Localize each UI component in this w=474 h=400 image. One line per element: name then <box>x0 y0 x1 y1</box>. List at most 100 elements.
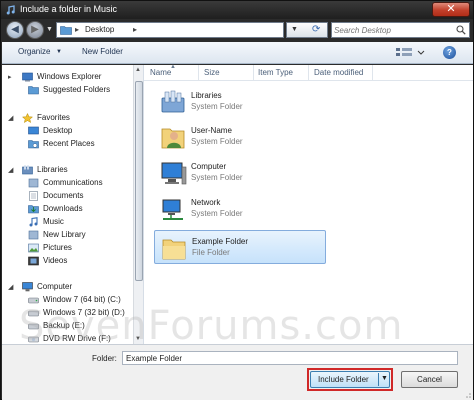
documents-icon <box>29 191 38 201</box>
nav-label: Communications <box>43 178 103 187</box>
address-controls: ▼ ⟳ <box>286 22 328 38</box>
title-bar[interactable]: Include a folder in Music ✕ <box>1 1 473 19</box>
nav-label: Music <box>43 217 64 226</box>
nav-label: Pictures <box>43 243 72 252</box>
file-name: Network <box>191 198 221 207</box>
new-folder-button[interactable]: New Folder <box>82 47 123 56</box>
file-name: Libraries <box>191 91 222 100</box>
nav-label: Windows Explorer <box>37 72 102 81</box>
include-dropdown-icon[interactable]: ▼ <box>381 375 388 382</box>
file-type: System Folder <box>191 102 243 111</box>
command-bar: Organize ▼ New Folder ? <box>2 42 473 64</box>
column-header-row: Name ▲ Size Item Type Date modified <box>144 64 473 81</box>
search-input[interactable] <box>334 24 452 36</box>
user-folder-icon <box>161 128 185 149</box>
window-title: Include a folder in Music <box>20 4 118 14</box>
recent-pages-dropdown-icon[interactable]: ▼ <box>46 26 54 34</box>
column-header-item-type[interactable]: Item Type <box>258 68 293 77</box>
forward-arrow-icon: ▶ <box>31 24 39 35</box>
expand-caret-icon[interactable]: ◢ <box>8 283 13 291</box>
column-header-date-modified[interactable]: Date modified <box>314 68 363 77</box>
network-icon <box>162 199 183 220</box>
close-icon: ✕ <box>446 3 456 15</box>
split-divider <box>378 373 379 386</box>
computer-icon <box>161 162 187 185</box>
organize-dropdown-icon[interactable]: ▼ <box>56 49 62 55</box>
resize-grip-icon[interactable] <box>463 390 471 398</box>
music-icon <box>29 217 38 227</box>
scrollbar-thumb[interactable] <box>135 81 143 281</box>
breadcrumb-separator-icon[interactable]: ▸ <box>75 25 79 34</box>
file-item-user-name[interactable]: User-Name System Folder <box>154 120 326 154</box>
column-divider[interactable] <box>372 65 373 81</box>
file-name: Computer <box>191 162 227 171</box>
nav-label: Libraries <box>37 165 68 174</box>
nav-label: Suggested Folders <box>43 85 111 94</box>
file-item-libraries[interactable]: Libraries System Folder <box>154 85 326 119</box>
nav-label: Recent Places <box>43 139 95 148</box>
breadcrumb-desktop[interactable]: Desktop <box>85 25 114 34</box>
file-type: System Folder <box>191 209 243 218</box>
help-button[interactable]: ? <box>443 46 456 59</box>
folder-label: Folder: <box>92 354 117 363</box>
include-folder-button[interactable]: Include Folder ▼ <box>310 371 390 388</box>
expand-caret-icon[interactable]: ◢ <box>8 114 13 122</box>
address-dropdown-icon[interactable]: ▼ <box>291 26 298 33</box>
address-bar[interactable]: ▸ Desktop ▸ <box>56 22 284 38</box>
file-type: System Folder <box>191 137 243 146</box>
nav-label: Downloads <box>43 204 83 213</box>
expand-caret-icon[interactable]: ◢ <box>8 166 13 174</box>
column-divider[interactable] <box>308 65 309 81</box>
organize-button[interactable]: Organize <box>18 47 50 56</box>
file-item-example-folder[interactable]: Example Folder File Folder <box>154 230 326 264</box>
forward-button[interactable]: ▶ <box>26 21 44 39</box>
help-icon: ? <box>447 48 452 57</box>
nav-label: Computer <box>37 282 73 291</box>
back-button[interactable]: ◀ <box>6 21 24 39</box>
explorer-icon <box>22 72 33 82</box>
library-icon <box>28 230 39 240</box>
breadcrumb-chevron-icon[interactable]: ▸ <box>133 25 137 34</box>
file-name: User-Name <box>191 126 232 135</box>
library-icon <box>28 178 39 188</box>
views-icon[interactable] <box>394 46 430 60</box>
column-header-size[interactable]: Size <box>204 68 220 77</box>
desktop-icon <box>28 126 39 135</box>
file-type: System Folder <box>191 173 243 182</box>
close-button[interactable]: ✕ <box>432 2 470 17</box>
downloads-icon <box>28 205 39 214</box>
include-folder-label: Include Folder <box>318 375 369 384</box>
refresh-icon[interactable]: ⟳ <box>312 24 320 35</box>
nav-label: Desktop <box>43 126 73 135</box>
sort-ascending-icon: ▲ <box>170 64 176 70</box>
file-name: Example Folder <box>192 237 249 246</box>
pictures-icon <box>28 243 39 253</box>
file-type: File Folder <box>192 248 230 257</box>
dialog-footer: Folder: Include Folder ▼ Cancel <box>2 344 473 400</box>
cancel-button[interactable]: Cancel <box>401 371 458 388</box>
column-divider[interactable] <box>198 65 199 81</box>
videos-icon <box>28 256 39 266</box>
file-item-network[interactable]: Network System Folder <box>154 192 326 226</box>
nav-label: New Library <box>43 230 86 239</box>
scroll-up-icon[interactable]: ▲ <box>135 67 141 73</box>
nav-label: Documents <box>43 191 84 200</box>
folder-icon <box>162 239 186 260</box>
computer-icon <box>22 282 33 292</box>
collapse-caret-icon[interactable]: ▸ <box>8 73 12 81</box>
search-box[interactable] <box>331 22 470 38</box>
libraries-icon <box>161 90 185 113</box>
address-row: ◀ ▶ ▼ ▸ Desktop ▸ ▼ ⟳ <box>1 19 473 41</box>
column-header-name[interactable]: Name <box>150 68 171 77</box>
music-note-icon <box>6 5 15 15</box>
folder-icon <box>28 86 39 95</box>
back-arrow-icon: ◀ <box>11 24 19 35</box>
folder-icon <box>60 26 72 35</box>
star-icon <box>22 113 33 123</box>
nav-label: Favorites <box>37 113 70 122</box>
file-item-computer[interactable]: Computer System Folder <box>154 156 326 190</box>
folder-field[interactable] <box>122 351 458 365</box>
column-divider[interactable] <box>253 65 254 81</box>
search-icon[interactable] <box>456 25 466 35</box>
watermark: SevenForums.com <box>19 303 404 349</box>
